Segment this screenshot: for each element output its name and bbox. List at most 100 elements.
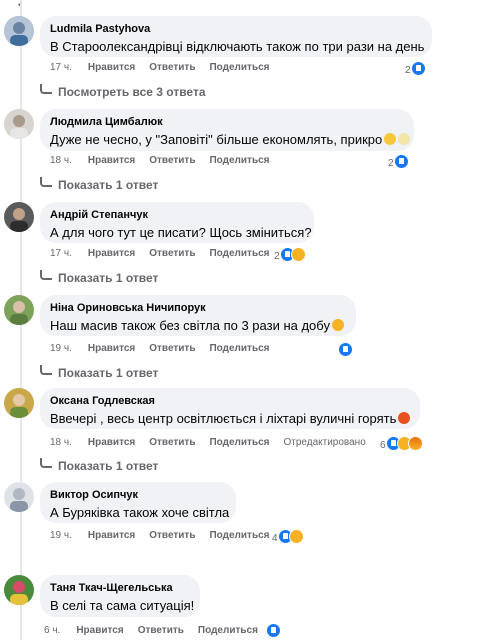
comment-actions: 18 ч. Нравится Ответить Поделиться: [50, 155, 283, 167]
share-button[interactable]: Поделиться: [209, 155, 269, 166]
comment-text: А Буряківка також хоче світла: [50, 505, 230, 520]
view-replies-link[interactable]: Показать 1 ответ: [40, 365, 158, 380]
reply-arrow-icon: [40, 458, 52, 468]
avatar[interactable]: [4, 482, 34, 512]
comment-time[interactable]: 6 ч.: [44, 625, 60, 636]
view-replies-link[interactable]: Показать 1 ответ: [40, 270, 158, 285]
reply-button[interactable]: Ответить: [149, 530, 195, 541]
comment-text: В Староолександрівці відключають також п…: [50, 39, 425, 54]
comment-author[interactable]: Оксана Годлевская: [50, 394, 410, 408]
avatar[interactable]: [4, 575, 34, 605]
comment-time[interactable]: 18 ч.: [50, 437, 72, 448]
comment-text: А для чого тут це писати? Щось зміниться…: [50, 225, 312, 240]
reaction-summary[interactable]: 4: [272, 529, 304, 546]
reply-button[interactable]: Ответить: [149, 437, 195, 448]
sad-emoji-icon: [331, 319, 344, 331]
comment-author[interactable]: Ludmila Pastyhova: [50, 22, 422, 36]
comment-actions: 19 ч. Нравится Ответить Поделиться: [50, 530, 283, 542]
reply-button[interactable]: Ответить: [149, 155, 195, 166]
like-button[interactable]: Нравится: [88, 530, 135, 541]
comment-time[interactable]: 18 ч.: [50, 155, 72, 166]
comment-text: В селі та сама ситуація!: [50, 598, 195, 613]
avatar[interactable]: [4, 202, 34, 232]
view-replies-link[interactable]: Показать 1 ответ: [40, 458, 158, 473]
avatar[interactable]: [4, 109, 34, 139]
like-button[interactable]: Нравится: [76, 625, 123, 636]
comment-text-content: Дуже не чесно, у "Заповіті" більше еконо…: [50, 132, 383, 147]
view-replies-label: Показать 1 ответ: [58, 178, 159, 192]
comment-actions: 17 ч. Нравится Ответить Поделиться: [50, 248, 283, 260]
comment-time[interactable]: 17 ч.: [50, 62, 72, 73]
comment-author[interactable]: Людмила Цимбалюк: [50, 115, 404, 129]
share-button[interactable]: Поделиться: [209, 437, 269, 448]
like-reaction-icon: [338, 342, 353, 357]
comment-author[interactable]: Таня Ткач-Щегельська: [50, 581, 190, 595]
reaction-count: 2: [274, 251, 280, 262]
avatar[interactable]: [4, 295, 34, 325]
comment-actions: 18 ч. Нравится Ответить Поделиться Отредакти…: [50, 437, 380, 449]
reply-button[interactable]: Ответить: [149, 248, 195, 259]
sad-emoji-icon: [398, 133, 411, 145]
comment-bubble: Виктор Осипчук А Буряківка також хоче св…: [40, 482, 236, 523]
share-button[interactable]: Поделиться: [209, 248, 269, 259]
like-reaction-icon: [410, 61, 426, 76]
like-button[interactable]: Нравится: [88, 155, 135, 166]
comment-bubble: Андрій Степанчук А для чого тут це писат…: [40, 202, 314, 243]
reaction-summary[interactable]: [338, 342, 353, 359]
reply-arrow-icon: [40, 84, 52, 94]
like-button[interactable]: Нравится: [88, 343, 135, 354]
reply-button[interactable]: Ответить: [149, 62, 195, 73]
share-button[interactable]: Поделиться: [209, 62, 269, 73]
comment-bubble: Таня Ткач-Щегельська В селі та сама ситу…: [40, 575, 200, 617]
reply-arrow-icon: [40, 365, 52, 375]
like-reaction-icon: [393, 154, 409, 169]
comment-author[interactable]: Андрій Степанчук: [50, 208, 304, 222]
comment-bubble: Оксана Годлевская Ввечері , весь центр о…: [40, 388, 420, 429]
reply-arrow-icon: [40, 177, 52, 187]
view-replies-link[interactable]: Показать 1 ответ: [40, 177, 158, 192]
thinking-emoji-icon: [384, 133, 397, 145]
comment-text: Ввечері , весь центр освітлюється і ліхт…: [50, 410, 411, 427]
avatar[interactable]: [4, 16, 34, 46]
share-button[interactable]: Поделиться: [209, 343, 269, 354]
reaction-summary[interactable]: 2: [274, 247, 306, 264]
comment-text-content: Наш масив також без світла по 3 рази на …: [50, 318, 330, 333]
reaction-count: 6: [380, 440, 386, 451]
comment-time[interactable]: 17 ч.: [50, 248, 72, 259]
reply-arrow-icon: [40, 270, 52, 280]
like-button[interactable]: Нравится: [88, 437, 135, 448]
comment-time[interactable]: 19 ч.: [50, 343, 72, 354]
like-button[interactable]: Нравится: [88, 62, 135, 73]
comment-bubble: Ludmila Pastyhova В Староолександрівці в…: [40, 16, 432, 57]
angry-emoji-icon: [398, 412, 411, 424]
reply-button[interactable]: Ответить: [138, 625, 184, 636]
comment-bubble: Ніна Ориновська Ничипорук Наш масив тако…: [40, 295, 356, 336]
comment-author[interactable]: Ніна Ориновська Ничипорук: [50, 301, 346, 315]
view-replies-label: Показать 1 ответ: [58, 459, 159, 473]
share-button[interactable]: Поделиться: [198, 625, 258, 636]
reply-button[interactable]: Ответить: [149, 343, 195, 354]
view-replies-label: Показать 1 ответ: [58, 366, 159, 380]
reaction-count: 2: [405, 65, 411, 76]
comment-author[interactable]: Виктор Осипчук: [50, 488, 226, 502]
comment-text-content: Ввечері , весь центр освітлюється і ліхт…: [50, 411, 397, 426]
comment-actions: 6 ч. Нравится Ответить Поделиться: [44, 625, 272, 637]
reaction-summary[interactable]: [266, 623, 281, 640]
like-button[interactable]: Нравится: [88, 248, 135, 259]
reaction-summary[interactable]: 2: [405, 61, 426, 78]
share-button[interactable]: Поделиться: [209, 530, 269, 541]
reaction-summary[interactable]: 6: [380, 436, 423, 453]
comment-bubble: Людмила Цимбалюк Дуже не чесно, у "Запов…: [40, 109, 414, 151]
comment-text: Наш масив також без світла по 3 рази на …: [50, 317, 346, 334]
view-replies-link[interactable]: Посмотреть все 3 ответа: [40, 84, 206, 99]
view-replies-label: Показать 1 ответ: [58, 271, 159, 285]
comment-text: Дуже не чесно, у "Заповіті" більше еконо…: [50, 131, 411, 148]
reaction-summary[interactable]: 2: [388, 154, 409, 171]
angry-reaction-icon: [407, 436, 423, 451]
view-replies-label: Посмотреть все 3 ответа: [58, 85, 206, 99]
reaction-count: 4: [272, 533, 278, 544]
like-reaction-icon: [266, 623, 281, 638]
comment-time[interactable]: 19 ч.: [50, 530, 72, 541]
comment-actions: 19 ч. Нравится Ответить Поделиться: [50, 343, 283, 355]
avatar[interactable]: [4, 388, 34, 418]
